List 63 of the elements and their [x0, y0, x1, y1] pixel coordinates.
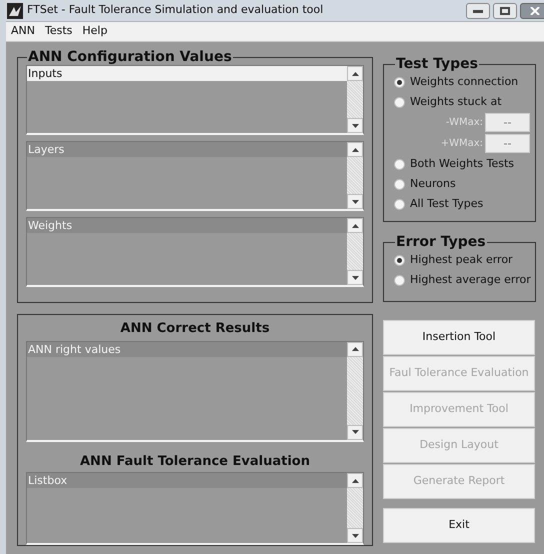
list-item[interactable]: Layers: [27, 142, 347, 157]
down-arrow-icon: [352, 276, 358, 280]
up-arrow-icon: [352, 72, 358, 76]
radio-label: Both Weights Tests: [410, 156, 514, 172]
exit-button[interactable]: Exit: [383, 508, 535, 543]
radio-button[interactable]: [394, 198, 405, 210]
radio-button[interactable]: [394, 96, 405, 108]
radio-button[interactable]: [394, 158, 405, 170]
up-arrow-icon: [352, 224, 358, 228]
radio-button[interactable]: [394, 76, 405, 88]
down-arrow-icon: [352, 534, 358, 538]
scroll-up-button[interactable]: [347, 473, 363, 488]
panel-title: Error Types: [395, 234, 487, 250]
maximize-icon: [500, 6, 510, 14]
list-item[interactable]: Weights: [27, 218, 347, 233]
menu-item[interactable]: Tests: [40, 23, 76, 40]
scroll-down-button[interactable]: [347, 424, 363, 440]
list-box[interactable]: Weights: [26, 217, 364, 287]
maximize-button[interactable]: [493, 2, 517, 18]
section-title: ANN Correct Results: [119, 320, 271, 338]
down-arrow-icon: [352, 124, 358, 128]
radio-label: Weights stuck at: [410, 94, 502, 110]
list-item[interactable]: ANN right values: [27, 342, 347, 356]
scroll-down-button[interactable]: [347, 118, 363, 133]
menu-item[interactable]: Help: [78, 23, 112, 40]
scroll-up-button[interactable]: [347, 218, 363, 233]
list-item[interactable]: Listbox: [27, 473, 347, 488]
field-label: -WMax:: [446, 116, 483, 130]
menu-item[interactable]: ANN: [7, 23, 39, 40]
up-arrow-icon: [352, 478, 358, 483]
radio-label: Weights connection: [410, 74, 518, 90]
list-box[interactable]: Inputs: [26, 65, 364, 135]
scroll-down-button[interactable]: [347, 270, 363, 285]
scroll-up-button[interactable]: [347, 342, 363, 356]
scroll-down-button[interactable]: [347, 528, 363, 543]
list-box[interactable]: Listbox: [26, 472, 364, 545]
radio-label: Neurons: [410, 176, 456, 192]
list-box[interactable]: ANN right values: [26, 340, 364, 442]
close-button[interactable]: [520, 2, 544, 18]
scroll-up-button[interactable]: [347, 66, 363, 81]
radio-label: All Test Types: [410, 196, 484, 212]
down-arrow-icon: [352, 200, 358, 204]
radio-button[interactable]: [394, 254, 405, 266]
radio-button[interactable]: [394, 178, 405, 190]
scroll-up-button[interactable]: [347, 142, 363, 157]
close-icon: [530, 6, 540, 14]
window-title: FTSet - Fault Tolerance Simulation and evaluation tool: [27, 2, 324, 18]
radio-label: Highest peak error: [410, 252, 513, 268]
scroll-down-button[interactable]: [347, 194, 363, 209]
up-arrow-icon: [352, 148, 358, 152]
radio-button[interactable]: [394, 274, 405, 286]
section-title: ANN Fault Tolerance Evaluation: [79, 452, 311, 471]
down-arrow-icon: [352, 430, 358, 434]
panel-title: ANN Configuration Values: [27, 49, 233, 65]
field-label: +WMax:: [440, 137, 483, 151]
action-button[interactable]: Insertion Tool: [383, 320, 535, 355]
up-arrow-icon: [352, 347, 358, 351]
minimize-button[interactable]: [466, 2, 490, 18]
minimize-icon: [473, 8, 483, 12]
list-item[interactable]: Inputs: [27, 66, 347, 81]
panel-title: Test Types: [395, 56, 479, 72]
radio-label: Highest average error: [410, 272, 531, 288]
list-box[interactable]: Layers: [26, 141, 364, 211]
